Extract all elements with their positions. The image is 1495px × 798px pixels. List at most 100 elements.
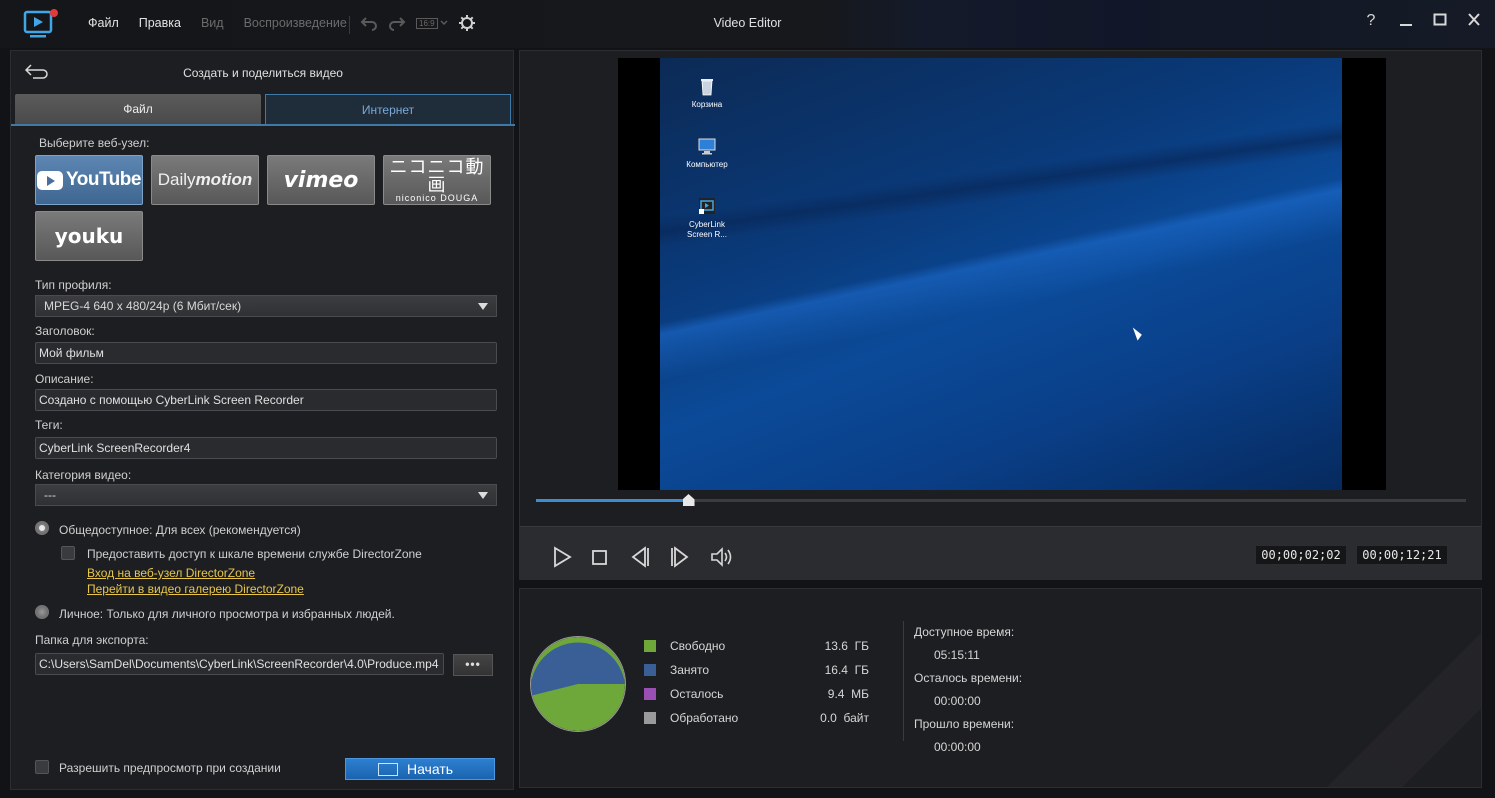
undo-icon[interactable] [360, 15, 378, 31]
total-duration: 00;00;12;21 [1356, 545, 1448, 565]
close-icon[interactable] [1467, 12, 1481, 28]
preview-checkbox[interactable] [35, 760, 49, 774]
legend-row-free: Свободно 13.6 ГБ [644, 639, 869, 655]
profile-type-label: Тип профиля: [35, 278, 112, 292]
directorzone-gallery-link[interactable]: Перейти в видео галерею DirectorZone [87, 582, 304, 596]
menu-edit[interactable]: Правка [139, 16, 181, 30]
tags-input[interactable]: CyberLink ScreenRecorder4 [35, 437, 497, 459]
stop-icon[interactable] [588, 545, 612, 569]
legend-swatch [644, 664, 656, 676]
legend-row-processed: Обработано 0.0 байт [644, 711, 869, 727]
site-niconico-button[interactable]: ニコニコ動画 niconico DOUGA [383, 155, 491, 205]
tab-internet[interactable]: Интернет [265, 94, 511, 124]
youtube-logo: YouTube [37, 169, 141, 191]
desktop-icon-computer: Компьютер [682, 136, 732, 169]
legend-name: Свободно [670, 639, 726, 653]
available-time-value: 05:15:11 [934, 648, 980, 662]
computer-icon [698, 138, 716, 155]
niconico-logo: ニコニコ動画 niconico DOUGA [384, 158, 490, 203]
seek-bar-progress [536, 499, 689, 502]
tab-file[interactable]: Файл [15, 94, 261, 124]
directorzone-checkbox-label: Предоставить доступ к шкале времени служ… [87, 547, 422, 561]
vimeo-logo: vimeo [283, 167, 359, 193]
legend-swatch [644, 712, 656, 724]
menu-file[interactable]: Файл [88, 16, 119, 30]
legend-value: 9.4 МБ [827, 687, 869, 701]
mouse-cursor-icon [1132, 325, 1144, 341]
category-dropdown[interactable]: --- [35, 484, 497, 506]
remaining-time-label: Осталось времени: [914, 671, 1023, 685]
public-radio[interactable] [35, 521, 49, 535]
directorzone-login-link[interactable]: Вход на веб-узел DirectorZone [87, 566, 255, 580]
title-label: Заголовок: [35, 324, 95, 338]
start-button-label: Начать [406, 761, 454, 777]
youtube-wordmark: YouTube [66, 169, 141, 190]
playback-controls: 00;00;02;02 00;00;12;21 [520, 526, 1481, 580]
cyberlink-shortcut-icon [699, 198, 715, 214]
redo-icon[interactable] [388, 15, 406, 31]
legend-name: Осталось [670, 687, 724, 701]
category-value: --- [44, 488, 56, 502]
legend-value: 0.0 байт [820, 711, 869, 725]
aspect-ratio-dropdown[interactable]: 16:9 [416, 17, 448, 29]
play-icon[interactable] [550, 545, 574, 569]
niconico-subtitle: niconico DOUGA [395, 192, 479, 203]
seek-handle[interactable] [682, 494, 695, 506]
export-path-input[interactable]: C:\Users\SamDel\Documents\CyberLink\Scre… [35, 653, 444, 675]
maximize-icon[interactable] [1433, 12, 1447, 28]
toolbar-divider [349, 16, 350, 34]
youtube-play-icon [37, 170, 64, 190]
title-bar: Файл Правка Вид Воспроизведение 16:9 Vid… [0, 0, 1495, 48]
site-youku-button[interactable]: youku [35, 211, 143, 261]
dailymotion-logo: Dailymotion [158, 170, 252, 190]
public-radio-label: Общедоступное: Для всех (рекомендуется) [59, 523, 301, 537]
menu-view[interactable]: Вид [201, 16, 224, 30]
panel-title: Создать и поделиться видео [183, 66, 343, 80]
profile-type-dropdown[interactable]: MPEG-4 640 x 480/24p (6 Мбит/сек) [35, 295, 497, 317]
tab-underline [11, 124, 515, 126]
private-radio-label: Личное: Только для личного просмотра и и… [59, 607, 395, 621]
aspect-ratio-label: 16:9 [416, 17, 438, 29]
directorzone-checkbox[interactable] [61, 546, 75, 560]
site-youtube-button[interactable]: YouTube [35, 155, 143, 205]
start-button[interactable]: Начать [345, 758, 495, 780]
settings-gear-icon[interactable] [458, 14, 476, 32]
dropdown-arrow-icon [478, 492, 488, 499]
background-decoration [1300, 589, 1481, 787]
profile-type-value: MPEG-4 640 x 480/24p (6 Мбит/сек) [44, 299, 242, 313]
dailymotion-wordmark-b: motion [195, 170, 253, 189]
available-time-label: Доступное время: [914, 625, 1015, 639]
volume-icon[interactable] [710, 545, 734, 569]
produce-panel: Создать и поделиться видео Файл Интернет… [10, 50, 515, 790]
export-folder-label: Папка для экспорта: [35, 633, 149, 647]
dropdown-arrow-icon [478, 303, 488, 310]
elapsed-time-label: Прошло времени: [914, 717, 1015, 731]
desktop-icon-label: Корзина [691, 100, 723, 109]
disk-usage-pie-chart [530, 636, 626, 732]
app-logo-icon [23, 9, 58, 38]
site-vimeo-button[interactable]: vimeo [267, 155, 375, 205]
browse-button[interactable]: ••• [453, 654, 493, 676]
legend-swatch [644, 640, 656, 652]
chevron-down-icon [440, 20, 448, 26]
tags-label: Теги: [35, 418, 63, 432]
description-input[interactable]: Создано с помощью CyberLink Screen Recor… [35, 389, 497, 411]
seek-bar[interactable] [536, 494, 1466, 506]
dailymotion-wordmark-a: Daily [157, 170, 196, 189]
legend-swatch [644, 688, 656, 700]
site-dailymotion-button[interactable]: Dailymotion [151, 155, 259, 205]
legend-name: Обработано [670, 711, 739, 725]
help-button[interactable]: ? [1363, 12, 1379, 30]
produce-icon [378, 763, 398, 776]
video-preview[interactable]: Корзина Компьютер CyberLink Screen R... [618, 58, 1386, 490]
title-input[interactable]: Мой фильм [35, 342, 497, 364]
next-frame-icon[interactable] [668, 545, 692, 569]
menu-playback[interactable]: Воспроизведение [244, 16, 347, 30]
current-time: 00;00;02;02 [1255, 545, 1347, 565]
minimize-icon[interactable] [1399, 12, 1413, 28]
stats-divider [903, 621, 904, 741]
previous-frame-icon[interactable] [628, 545, 652, 569]
preview-checkbox-label: Разрешить предпросмотр при создании [59, 761, 281, 775]
private-radio[interactable] [35, 605, 49, 619]
player-panel: Корзина Компьютер CyberLink Screen R... … [519, 50, 1482, 580]
